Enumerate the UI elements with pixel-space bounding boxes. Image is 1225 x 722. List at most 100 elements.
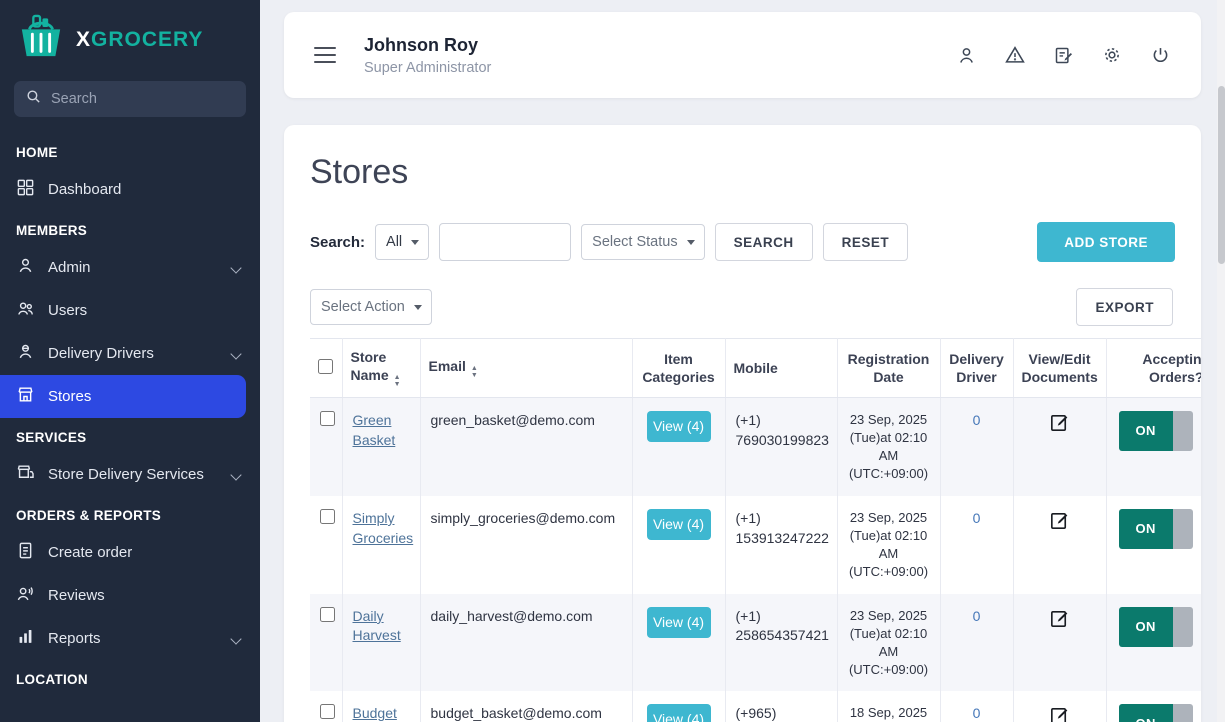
accepting-orders-toggle: ON: [1119, 607, 1193, 647]
toggle-off-button[interactable]: [1173, 704, 1193, 722]
sidebar-item-dashboard[interactable]: Dashboard: [0, 168, 260, 211]
row-checkbox[interactable]: [320, 411, 335, 426]
sidebar-item-delivery-drivers[interactable]: Delivery Drivers: [0, 332, 260, 375]
menu-toggle-icon[interactable]: [314, 47, 336, 64]
reports-icon: [16, 627, 35, 650]
header-registration-date: Registration Date: [837, 339, 940, 398]
view-categories-button[interactable]: View (4): [647, 607, 711, 638]
store-name-link[interactable]: Daily Harvest: [353, 608, 401, 644]
sidebar-item-reports[interactable]: Reports: [0, 617, 260, 660]
registration-date: 23 Sep, 2025 (Tue)at 02:10 AM (UTC:+09:0…: [837, 594, 940, 692]
sort-icon: ▲▼: [394, 375, 401, 388]
sidebar-search-input[interactable]: [51, 91, 221, 107]
row-checkbox[interactable]: [320, 607, 335, 622]
toggle-on-button[interactable]: ON: [1119, 704, 1173, 722]
add-store-button[interactable]: ADD STORE: [1037, 222, 1175, 262]
edit-documents-icon[interactable]: [1048, 607, 1071, 630]
select-all-checkbox[interactable]: [318, 359, 333, 374]
section-title-location: LOCATION: [0, 660, 260, 695]
store-email: budget_basket@demo.com: [420, 691, 632, 722]
table-row: Green Basket green_basket@demo.com View …: [310, 398, 1201, 496]
table-row: Daily Harvest daily_harvest@demo.com Vie…: [310, 594, 1201, 692]
alert-icon[interactable]: [1004, 44, 1026, 66]
table-row: Budget Basket budget_basket@demo.com Vie…: [310, 691, 1201, 722]
sidebar-item-reviews[interactable]: Reviews: [0, 574, 260, 617]
table-row: Simply Groceries simply_groceries@demo.c…: [310, 496, 1201, 594]
header-view-edit-documents: View/Edit Documents: [1013, 339, 1106, 398]
brand: XGROCERY: [0, 0, 260, 75]
view-categories-button[interactable]: View (4): [647, 411, 711, 442]
store-email: daily_harvest@demo.com: [420, 594, 632, 692]
settings-icon[interactable]: [1101, 44, 1123, 66]
export-button[interactable]: EXPORT: [1076, 288, 1173, 326]
app-window: XGROCERY HOME Dashboard MEMBERS Admin Us…: [0, 0, 1225, 722]
search-keyword-input[interactable]: [439, 223, 571, 261]
scrollbar-thumb[interactable]: [1218, 86, 1225, 264]
store-email: simply_groceries@demo.com: [420, 496, 632, 594]
header-mobile: Mobile: [725, 339, 837, 398]
edit-documents-icon[interactable]: [1048, 509, 1071, 532]
delivery-driver-count-link[interactable]: 0: [973, 412, 981, 428]
stores-table: Store Name▲▼ Email▲▼ Item Categories Mob…: [310, 338, 1175, 722]
user-block: Johnson Roy Super Administrator: [364, 35, 491, 76]
view-categories-button[interactable]: View (4): [647, 704, 711, 722]
search-type-select[interactable]: All: [375, 224, 429, 260]
store-name-link[interactable]: Simply Groceries: [353, 510, 414, 546]
section-title-home: HOME: [0, 133, 260, 168]
registration-date: 23 Sep, 2025 (Tue)at 02:10 AM (UTC:+09:0…: [837, 496, 940, 594]
header-email[interactable]: Email▲▼: [420, 339, 632, 398]
vertical-scrollbar[interactable]: [1217, 0, 1225, 722]
view-categories-button[interactable]: View (4): [647, 509, 711, 540]
header-store-name[interactable]: Store Name▲▼: [342, 339, 420, 398]
form-icon[interactable]: [1053, 45, 1074, 66]
sidebar-item-stores[interactable]: Stores: [0, 375, 246, 418]
user-icon[interactable]: [956, 45, 977, 66]
store-name-link[interactable]: Budget Basket: [353, 705, 397, 722]
users-icon: [16, 299, 35, 322]
topbar: Johnson Roy Super Administrator: [284, 12, 1201, 98]
store-icon: [16, 385, 35, 408]
toggle-on-button[interactable]: ON: [1119, 411, 1173, 451]
search-button[interactable]: SEARCH: [715, 223, 813, 261]
toggle-off-button[interactable]: [1173, 607, 1193, 647]
sort-icon: ▲▼: [471, 366, 478, 379]
delivery-driver-count-link[interactable]: 0: [973, 608, 981, 624]
search-icon: [25, 88, 42, 110]
power-icon[interactable]: [1150, 45, 1171, 66]
store-delivery-icon: [16, 463, 35, 486]
chevron-down-icon: [230, 633, 241, 644]
store-name-link[interactable]: Green Basket: [353, 412, 396, 448]
edit-documents-icon[interactable]: [1048, 704, 1071, 722]
toggle-off-button[interactable]: [1173, 509, 1193, 549]
delivery-driver-count-link[interactable]: 0: [973, 510, 981, 526]
action-row: Select Action EXPORT: [310, 288, 1175, 326]
grocery-basket-logo-icon: [14, 14, 68, 65]
toggle-off-button[interactable]: [1173, 411, 1193, 451]
caret-down-icon: [414, 305, 422, 310]
chevron-down-icon: [230, 348, 241, 359]
reviews-icon: [16, 584, 35, 607]
toggle-on-button[interactable]: ON: [1119, 509, 1173, 549]
row-checkbox[interactable]: [320, 704, 335, 719]
sidebar-item-users[interactable]: Users: [0, 289, 260, 332]
caret-down-icon: [687, 240, 695, 245]
row-checkbox[interactable]: [320, 509, 335, 524]
edit-documents-icon[interactable]: [1048, 411, 1071, 434]
reset-button[interactable]: RESET: [823, 223, 909, 261]
chevron-down-icon: [230, 469, 241, 480]
bulk-action-select[interactable]: Select Action: [310, 289, 432, 325]
sidebar-search[interactable]: [14, 81, 246, 117]
sidebar-item-admin[interactable]: Admin: [0, 246, 260, 289]
status-select[interactable]: Select Status: [581, 224, 704, 260]
sidebar-item-create-order[interactable]: Create order: [0, 531, 260, 574]
caret-down-icon: [411, 240, 419, 245]
user-name: Johnson Roy: [364, 35, 491, 56]
sidebar-item-store-delivery-services[interactable]: Store Delivery Services: [0, 453, 260, 496]
store-mobile: (+1) 769030199823: [725, 398, 837, 496]
toggle-on-button[interactable]: ON: [1119, 607, 1173, 647]
header-accepting-orders: Accepting Orders?: [1106, 339, 1201, 398]
user-role: Super Administrator: [364, 60, 491, 76]
delivery-driver-count-link[interactable]: 0: [973, 705, 981, 721]
filter-row: Search: All Select Status SEARCH RESET A…: [310, 222, 1175, 262]
registration-date: 18 Sep, 2025 (Thu)at 02:42 PM: [837, 691, 940, 722]
